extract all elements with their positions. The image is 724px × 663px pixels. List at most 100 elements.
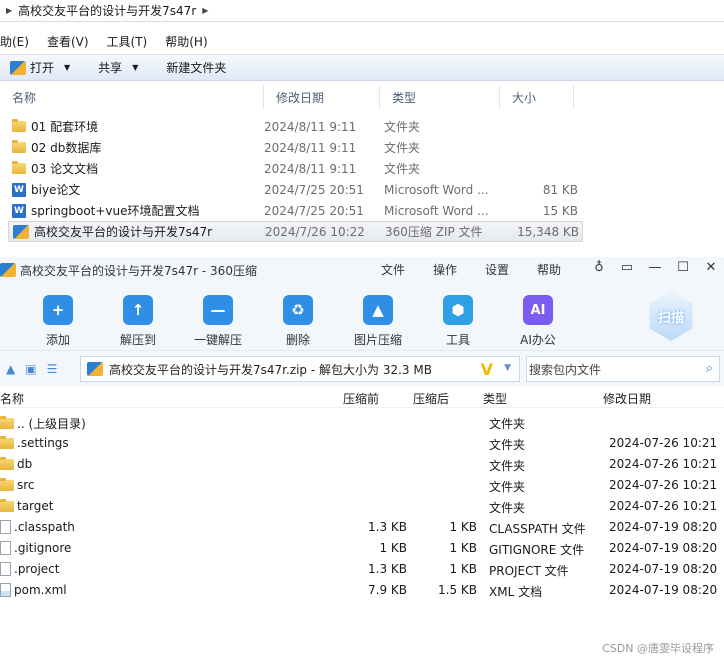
- zip-file-date: 2024-07-26 10:21: [609, 478, 718, 492]
- column-date[interactable]: 修改日期: [264, 85, 380, 109]
- zip-file-name: .gitignore: [14, 541, 72, 555]
- zip-file-date: 2024-07-19 08:20: [609, 520, 718, 534]
- ai-office-button-label: AI办公: [520, 333, 556, 347]
- breadcrumb-chevron-icon[interactable]: ▶: [6, 6, 12, 15]
- minimize-icon[interactable]: —: [648, 260, 662, 275]
- column-type[interactable]: 类型: [380, 85, 500, 109]
- scan-button[interactable]: 扫描: [649, 291, 693, 341]
- share-button[interactable]: 共享 ▼: [98, 59, 138, 76]
- zip-menu-operate[interactable]: 操作: [433, 261, 457, 278]
- zip-window-title: 高校交友平台的设计与开发7s47r - 360压缩: [20, 263, 257, 278]
- search-icon[interactable]: ⌕: [706, 361, 713, 376]
- zip-menu-settings[interactable]: 设置: [485, 261, 509, 278]
- column-name[interactable]: 名称: [0, 85, 264, 109]
- zip-file-csize: 1 KB: [449, 562, 477, 576]
- file-row[interactable]: Wspringboot+vue环境配置文档 2024/7/25 20:51 Mi…: [0, 200, 724, 221]
- zip-menu-help[interactable]: 帮助: [537, 261, 561, 278]
- scan-button-label: 扫描: [657, 310, 684, 326]
- zip-row[interactable]: pom.xml 7.9 KB 1.5 KB XML 文档 2024-07-19 …: [0, 580, 724, 601]
- word-icon: W: [12, 182, 26, 197]
- file-row[interactable]: 01 配套环境 2024/8/11 9:11 文件夹: [0, 116, 724, 137]
- up-arrow-icon[interactable]: ▲: [6, 362, 15, 376]
- path-field[interactable]: 高校交友平台的设计与开发7s47r.zip - 解包大小为 32.3 MB V …: [80, 356, 520, 382]
- zip-row[interactable]: .project 1.3 KB 1 KB PROJECT 文件 2024-07-…: [0, 559, 724, 580]
- menu-tools[interactable]: 工具(T): [107, 33, 148, 50]
- breadcrumb-chevron-icon[interactable]: ▶: [202, 6, 208, 15]
- extract-to-button-label: 解压到: [119, 333, 156, 347]
- file-type: 文件夹: [384, 141, 421, 155]
- search-placeholder: 搜索包内文件: [529, 362, 602, 377]
- zip-file-name: pom.xml: [14, 583, 67, 597]
- open-button-label: 打开: [30, 61, 55, 75]
- zip-file-type: 文件夹: [489, 438, 526, 452]
- zip-column-name[interactable]: 名称: [0, 390, 24, 407]
- zip-row[interactable]: .gitignore 1 KB 1 KB GITIGNORE 文件 2024-0…: [0, 538, 724, 559]
- explorer-address-bar[interactable]: ▶ 高校交友平台的设计与开发7s47r ▶: [0, 0, 724, 22]
- search-input[interactable]: 搜索包内文件 ⌕: [526, 356, 720, 382]
- file-row[interactable]: 02 db数据库 2024/8/11 9:11 文件夹: [0, 137, 724, 158]
- file-name: 01 配套环境: [31, 120, 99, 134]
- watermark-text: CSDN @唐雯毕设程序: [602, 642, 714, 655]
- skin-icon[interactable]: ♁: [592, 260, 606, 275]
- new-folder-button-label: 新建文件夹: [166, 61, 227, 75]
- chevron-down-icon[interactable]: ▼: [504, 363, 511, 373]
- chevron-down-icon: ▼: [132, 63, 139, 72]
- extract-to-button[interactable]: ↑ 解压到: [98, 295, 178, 348]
- zip-column-size[interactable]: 压缩前: [343, 390, 379, 407]
- zip-file-date: 2024-07-26 10:21: [609, 436, 718, 450]
- zip-column-compressed[interactable]: 压缩后: [413, 390, 449, 407]
- file-type: Microsoft Word ...: [384, 203, 489, 218]
- menu-edit[interactable]: 助(E): [0, 33, 29, 50]
- file-name: 高校交友平台的设计与开发7s47r: [34, 225, 213, 239]
- file-row-selected[interactable]: 高校交友平台的设计与开发7s47r 2024/7/26 10:22 360压缩 …: [8, 221, 583, 242]
- maximize-icon[interactable]: ☐: [676, 260, 690, 275]
- file-icon: [0, 520, 11, 534]
- add-button[interactable]: + 添加: [18, 295, 98, 348]
- verified-icon[interactable]: V: [481, 360, 493, 379]
- file-size: 81 KB: [542, 182, 578, 197]
- zip-row[interactable]: .classpath 1.3 KB 1 KB CLASSPATH 文件 2024…: [0, 517, 724, 538]
- explorer-file-list: 01 配套环境 2024/8/11 9:11 文件夹 02 db数据库 2024…: [0, 116, 724, 242]
- zip-file-list: .. (上级目录) 文件夹 .settings 文件夹 2024-07-26 1…: [0, 408, 724, 601]
- zip-title-bar[interactable]: 高校交友平台的设计与开发7s47r - 360压缩 文件 操作 设置 帮助 ♁ …: [0, 257, 724, 283]
- new-folder-button[interactable]: 新建文件夹: [166, 59, 226, 76]
- zip-menu-file[interactable]: 文件: [381, 261, 405, 278]
- zip-row[interactable]: .. (上级目录) 文件夹: [0, 412, 724, 433]
- tools-button[interactable]: ⬢ 工具: [418, 295, 498, 348]
- list-view-icon[interactable]: ☰: [47, 362, 58, 376]
- one-click-extract-icon: —: [203, 295, 233, 325]
- zip-row[interactable]: target 文件夹 2024-07-26 10:21: [0, 496, 724, 517]
- folder-icon: [0, 416, 14, 429]
- delete-button[interactable]: ♻ 删除: [258, 295, 338, 348]
- feedback-icon[interactable]: ▭: [620, 260, 634, 275]
- column-size-label: 大小: [512, 90, 537, 105]
- close-icon[interactable]: ✕: [704, 260, 718, 275]
- file-date: 2024/7/25 20:51: [264, 203, 364, 218]
- window-controls: ♁ ▭ — ☐ ✕: [592, 260, 718, 275]
- menu-help[interactable]: 帮助(H): [165, 33, 207, 50]
- ai-office-button[interactable]: AI AI办公: [498, 295, 578, 348]
- zip-file-name: .settings: [17, 436, 69, 450]
- path-text: 高校交友平台的设计与开发7s47r.zip - 解包大小为 32.3 MB: [109, 362, 432, 377]
- zip-file-size: 1.3 KB: [368, 562, 407, 576]
- column-type-label: 类型: [392, 90, 417, 105]
- zip-column-date[interactable]: 修改日期: [603, 390, 651, 407]
- zip-file-size: 7.9 KB: [368, 583, 407, 597]
- one-click-extract-button[interactable]: — 一键解压: [178, 295, 258, 348]
- thumbnail-view-icon[interactable]: ▣: [25, 362, 36, 376]
- zip-column-type[interactable]: 类型: [483, 390, 507, 407]
- column-size[interactable]: 大小: [500, 85, 574, 109]
- zip-row[interactable]: src 文件夹 2024-07-26 10:21: [0, 475, 724, 496]
- image-compress-button[interactable]: ▲ 图片压缩: [338, 295, 418, 348]
- zip-file-size: 1 KB: [379, 541, 407, 555]
- folder-icon: [12, 119, 26, 132]
- zip-file-date: 2024-07-26 10:21: [609, 499, 718, 513]
- file-row[interactable]: 03 论文文档 2024/8/11 9:11 文件夹: [0, 158, 724, 179]
- zip-row[interactable]: .settings 文件夹 2024-07-26 10:21: [0, 433, 724, 454]
- breadcrumb-current[interactable]: 高校交友平台的设计与开发7s47r: [18, 2, 196, 19]
- zip-row[interactable]: db 文件夹 2024-07-26 10:21: [0, 454, 724, 475]
- image-compress-button-label: 图片压缩: [353, 333, 402, 347]
- menu-view[interactable]: 查看(V): [47, 33, 89, 50]
- file-row[interactable]: Wbiye论文 2024/7/25 20:51 Microsoft Word .…: [0, 179, 724, 200]
- open-button[interactable]: 打开 ▼: [10, 59, 70, 76]
